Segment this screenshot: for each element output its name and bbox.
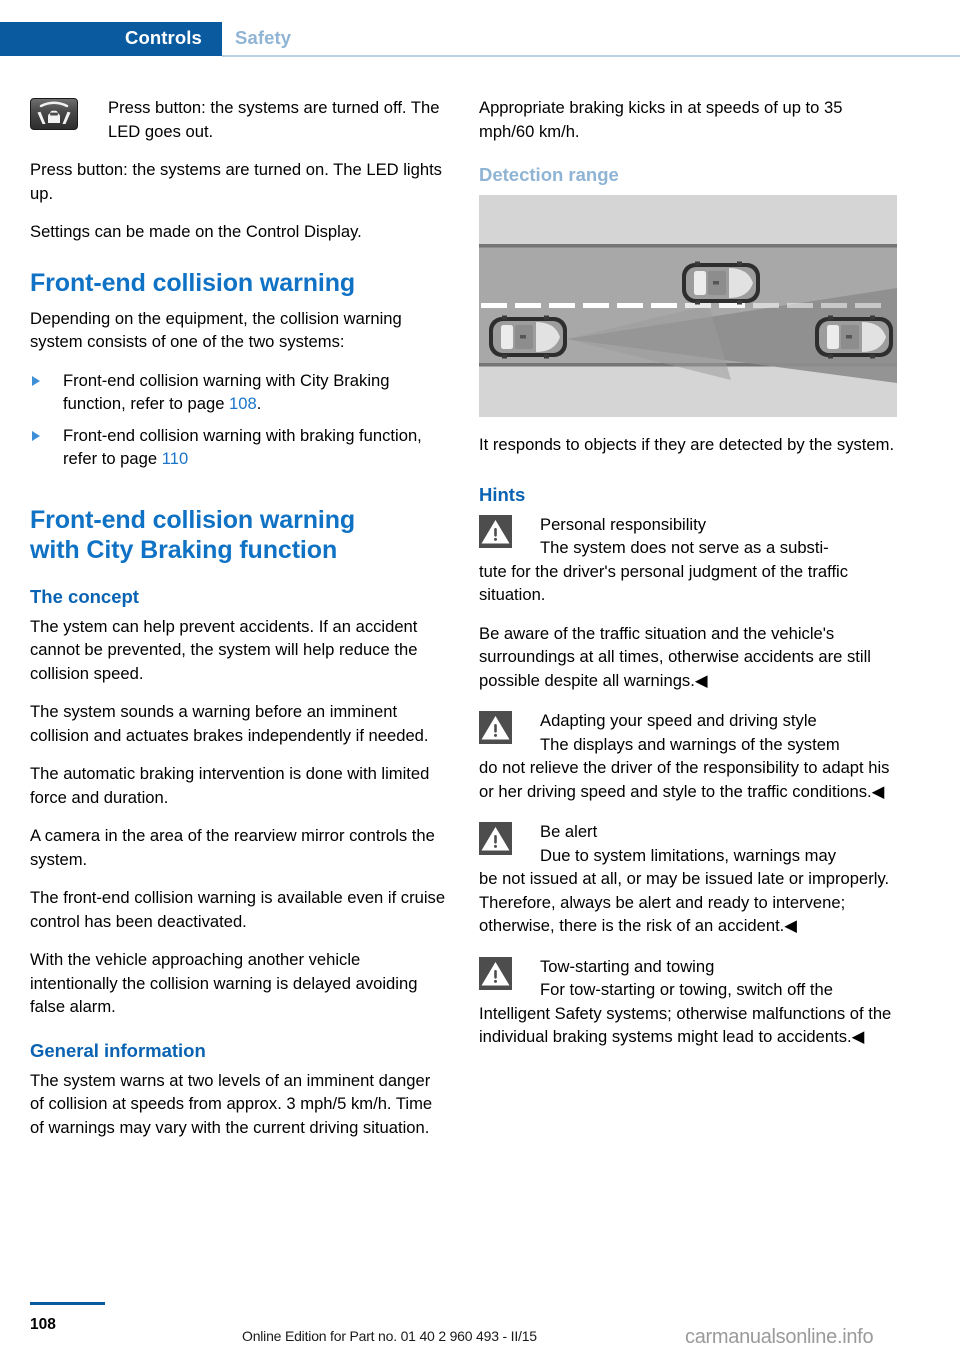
- warning-body-first-line: For tow-starting or towing, switch off t…: [540, 980, 833, 999]
- right-column: Appropriate braking kicks in at speeds o…: [479, 96, 897, 1066]
- tab-safety[interactable]: Safety: [235, 27, 291, 49]
- page-header: Controls Safety: [0, 22, 960, 57]
- footer-edition-text: Online Edition for Part no. 01 40 2 960 …: [242, 1328, 537, 1344]
- collision-warning-intro-text: Depending on the equipment, the collisio…: [30, 308, 402, 352]
- warning-triangle-icon: [479, 514, 512, 548]
- watermark-text: carmanualsonline.info: [685, 1326, 874, 1348]
- warning-body-rest: be not issued at all, or may be issued l…: [479, 869, 890, 935]
- car-icon-target: [815, 315, 893, 359]
- list-item: Front-end collision warning with City Br…: [30, 369, 448, 416]
- warning-block-be-alert: Be alert Due to system limitations, warn…: [479, 820, 897, 938]
- warning-body-rest: Intelligent Safety systems; otherwise ma…: [479, 1003, 892, 1047]
- warning-triangle-icon: [479, 711, 512, 744]
- car-icon-ego: [489, 315, 567, 359]
- braking-speed-paragraph: Appropriate braking kicks in at speeds o…: [479, 98, 843, 141]
- page-number: 108: [30, 1316, 56, 1333]
- section-heading-general-information: General information: [30, 1039, 206, 1061]
- page-reference-link[interactable]: 108: [229, 394, 257, 413]
- tab-controls[interactable]: Controls: [125, 27, 202, 49]
- warning-extra-paragraph: Be aware of the traffic situation and th…: [479, 623, 871, 690]
- warning-title: Adapting your speed and driving style: [540, 711, 817, 730]
- header-underline: [222, 55, 960, 57]
- concept-paragraph-5: The front-end collision warning is avail…: [30, 888, 446, 931]
- settings-control-display-text: Settings can be made on the Control Disp…: [30, 222, 362, 241]
- triangle-bullet-icon: [32, 430, 40, 441]
- warning-triangle-icon: [479, 822, 512, 855]
- warning-body-first-line: Due to system limitations, warnings may: [540, 845, 837, 865]
- list-item: Front-end collision warning with braking…: [30, 424, 448, 471]
- chapter-heading-line-1: Front-end collision warning: [30, 505, 356, 534]
- bullet-text-after: .: [256, 394, 262, 413]
- car-icon-middle: [682, 261, 760, 305]
- bullet-text-before: Front-end collision warning with City Br…: [63, 370, 390, 414]
- section-heading-the-concept: The concept: [30, 585, 139, 607]
- left-column: Press button: the systems are turned off…: [30, 96, 448, 1139]
- collision-warning-systems-list: Front-end collision warning with City Br…: [30, 369, 448, 471]
- warning-triangle-icon: [479, 956, 512, 990]
- concept-paragraph-6: With the vehicle approaching another veh…: [30, 950, 418, 1016]
- chapter-heading-front-end-collision-warning: Front-end collision warning: [30, 268, 356, 297]
- section-heading-hints: Hints: [479, 483, 526, 505]
- warning-title: Tow-starting and towing: [540, 956, 715, 976]
- warning-body-first-line: The displays and warnings of the system: [540, 734, 840, 754]
- warning-block-adapting-speed: Adapting your speed and driving style Th…: [479, 709, 897, 803]
- button-press-off-text: Press button: the systems are turned off…: [108, 98, 440, 141]
- bullet-text-before: Front-end collision warning with braking…: [63, 425, 422, 469]
- warning-title: Personal responsibility: [540, 514, 707, 534]
- footer-rule: [30, 1302, 105, 1305]
- general-information-paragraph: The system warns at two levels of an imm…: [30, 1070, 433, 1137]
- chapter-heading-line-2: with City Braking function: [30, 535, 338, 564]
- concept-paragraph-1: The ystem can help prevent accidents. If…: [30, 616, 418, 683]
- chapter-heading-city-braking: Front-end collision warning with City Br…: [30, 505, 448, 565]
- section-heading-detection-range: Detection range: [479, 164, 619, 185]
- lane-departure-button-icon: [30, 98, 78, 130]
- warning-title: Be alert: [540, 822, 598, 841]
- detection-range-illustration: [479, 195, 897, 417]
- warning-block-personal-responsibility: Personal responsibility The system does …: [479, 513, 897, 693]
- button-press-off-block: Press button: the systems are turned off…: [30, 96, 448, 143]
- concept-paragraph-4: A camera in the area of the rearview mir…: [30, 826, 435, 869]
- detection-range-caption: It responds to objects if they are detec…: [479, 435, 895, 454]
- concept-paragraph-2: The system sounds a warning before an im…: [30, 702, 429, 745]
- button-press-on-text: Press button: the systems are turned on.…: [30, 160, 442, 203]
- warning-body-first-line: The system does not serve as a substi-: [540, 538, 829, 557]
- warning-block-tow-starting: Tow-starting and towing For tow-starting…: [479, 955, 897, 1049]
- page-reference-link[interactable]: 110: [162, 449, 188, 468]
- concept-paragraph-3: The automatic braking intervention is do…: [30, 764, 430, 807]
- warning-body-rest: do not relieve the driver of the respons…: [479, 758, 890, 801]
- triangle-bullet-icon: [32, 375, 40, 386]
- warning-body-rest: tute for the driver's personal judgment …: [479, 561, 849, 605]
